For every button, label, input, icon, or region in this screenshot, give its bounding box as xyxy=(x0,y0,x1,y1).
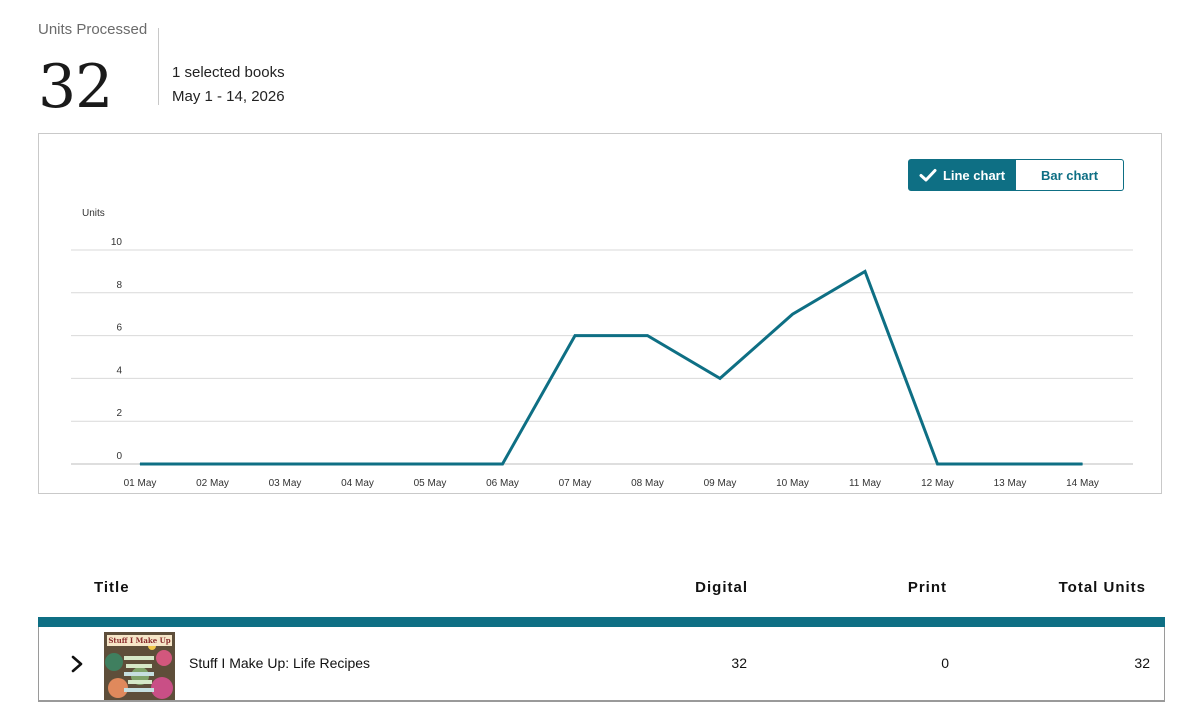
x-tick-label: 08 May xyxy=(631,478,664,489)
book-title[interactable]: Stuff I Make Up: Life Recipes xyxy=(189,655,370,671)
data-point xyxy=(1009,463,1011,465)
x-tick-label: 07 May xyxy=(559,478,592,489)
y-tick-label: 0 xyxy=(116,451,122,462)
summary-divider xyxy=(158,28,159,105)
table-row: Stuff I Make Up Stuff I Make Up: Life Re… xyxy=(38,627,1165,702)
x-tick-label: 04 May xyxy=(341,478,374,489)
data-point xyxy=(429,463,431,465)
data-point xyxy=(864,270,866,272)
bar-chart-button[interactable]: Bar chart xyxy=(1016,159,1124,191)
x-tick-label: 05 May xyxy=(414,478,447,489)
total-units: 32 xyxy=(1134,655,1150,671)
table-header: Title Digital Print Total Units xyxy=(38,576,1165,602)
chart-panel: Units 0 2 4 6 8 10 01 May 02 May 03 May 04 May 05 M… xyxy=(38,133,1162,494)
header-print[interactable]: Print xyxy=(908,579,947,596)
table-header-accent-bar xyxy=(38,617,1165,627)
y-tick-label: 8 xyxy=(116,280,122,291)
checkmark-icon xyxy=(919,169,937,182)
y-tick-label: 4 xyxy=(116,365,122,376)
bar-chart-label: Bar chart xyxy=(1040,167,1099,183)
x-tick-label: 10 May xyxy=(776,478,809,489)
x-tick-label: 03 May xyxy=(269,478,302,489)
date-range: May 1 - 14, 2026 xyxy=(172,88,285,105)
selected-books-count: 1 selected books xyxy=(172,64,285,81)
x-tick-label: 06 May xyxy=(486,478,519,489)
units-series-line xyxy=(140,269,1083,466)
book-cover-thumbnail: Stuff I Make Up xyxy=(104,632,175,700)
book-cover-title: Stuff I Make Up xyxy=(107,635,172,646)
data-point xyxy=(937,463,938,465)
summary-value: 32 xyxy=(38,52,113,122)
x-tick-label: 14 May xyxy=(1066,478,1099,489)
y-tick-label: 10 xyxy=(111,237,123,248)
data-point xyxy=(357,463,358,465)
data-point xyxy=(1082,463,1083,465)
y-axis-label: Units xyxy=(82,208,105,219)
x-tick-label: 09 May xyxy=(704,478,737,489)
y-tick-label: 6 xyxy=(116,323,122,334)
x-tick-label: 13 May xyxy=(994,478,1027,489)
y-tick-label: 2 xyxy=(116,408,122,419)
data-point xyxy=(212,463,213,465)
data-point xyxy=(647,335,648,337)
header-title[interactable]: Title xyxy=(94,579,130,596)
data-point xyxy=(139,463,141,465)
line-chart-label: Line chart xyxy=(942,167,1006,183)
data-point xyxy=(284,463,286,465)
units-report-page: Units Processed 32 1 selected books May … xyxy=(0,0,1185,725)
x-tick-label: 12 May xyxy=(921,478,954,489)
summary-label: Units Processed xyxy=(38,21,148,38)
chevron-right-icon[interactable] xyxy=(67,653,87,675)
header-digital[interactable]: Digital xyxy=(695,579,748,596)
data-point xyxy=(792,313,793,315)
print-units: 0 xyxy=(941,655,949,671)
data-point xyxy=(574,335,576,337)
header-total-units[interactable]: Total Units xyxy=(1059,579,1146,596)
x-tick-label: 01 May xyxy=(124,478,157,489)
data-point xyxy=(502,463,503,465)
chart-type-toggle: Line chart Bar chart xyxy=(908,159,1124,191)
x-tick-label: 02 May xyxy=(196,478,229,489)
line-chart-button[interactable]: Line chart xyxy=(908,159,1016,191)
data-point xyxy=(719,377,721,379)
x-tick-label: 11 May xyxy=(849,478,881,489)
digital-units: 32 xyxy=(731,655,747,671)
